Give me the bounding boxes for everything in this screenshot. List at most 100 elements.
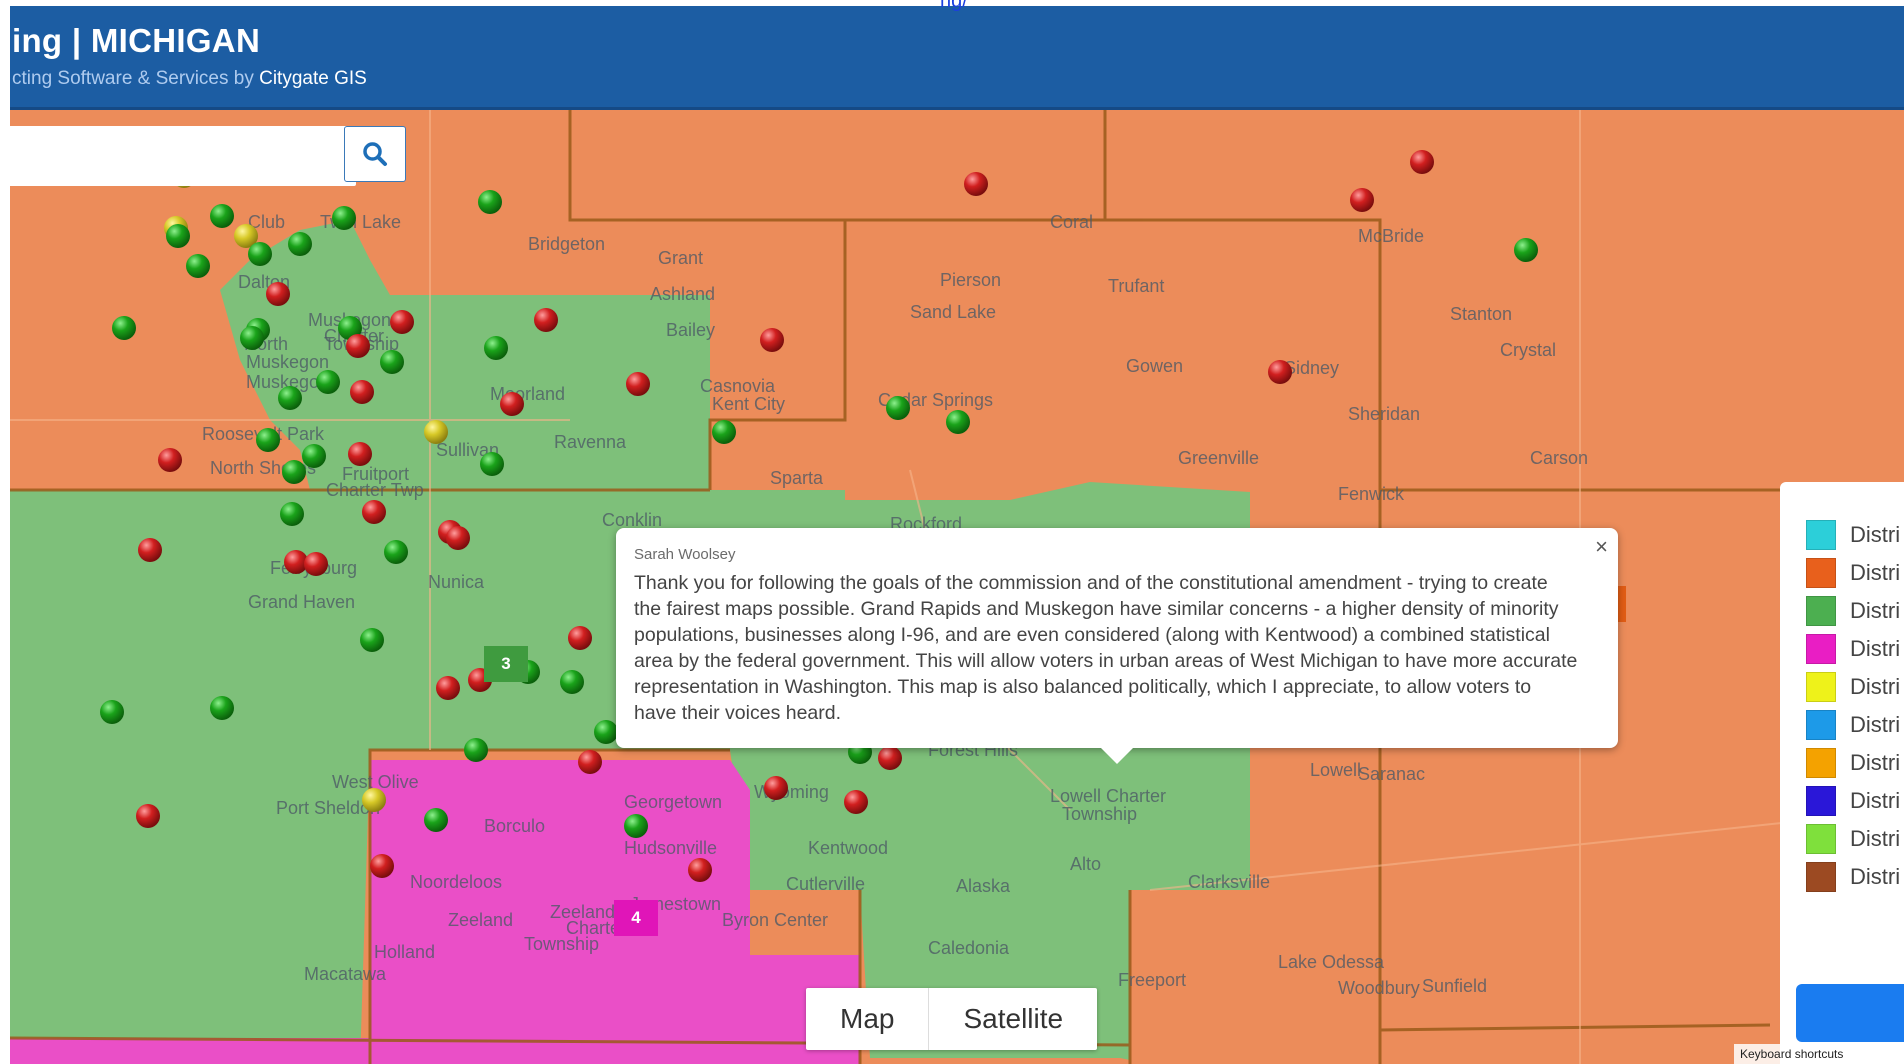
close-icon[interactable]: × xyxy=(1595,534,1608,560)
support-marker[interactable] xyxy=(316,370,340,394)
oppose-marker[interactable] xyxy=(1410,150,1434,174)
oppose-marker[interactable] xyxy=(534,308,558,332)
support-marker[interactable] xyxy=(240,326,264,350)
support-marker[interactable] xyxy=(282,460,306,484)
legend-item[interactable]: Distri xyxy=(1806,558,1900,588)
legend-swatch xyxy=(1806,862,1836,892)
oppose-marker[interactable] xyxy=(158,448,182,472)
legend-label: Distri xyxy=(1850,598,1901,623)
legend-swatch xyxy=(1806,786,1836,816)
support-marker[interactable] xyxy=(210,696,234,720)
support-marker[interactable] xyxy=(360,628,384,652)
map-canvas[interactable]: Club Twin Lake Coral McBride Bridgeton Grant D… xyxy=(10,110,1904,1064)
neutral-marker[interactable] xyxy=(362,788,386,812)
legend-item[interactable]: Distri xyxy=(1806,520,1900,550)
support-marker[interactable] xyxy=(256,428,280,452)
oppose-marker[interactable] xyxy=(878,746,902,770)
oppose-marker[interactable] xyxy=(346,334,370,358)
support-marker[interactable] xyxy=(332,206,356,230)
support-marker[interactable] xyxy=(886,396,910,420)
oppose-marker[interactable] xyxy=(362,500,386,524)
oppose-marker[interactable] xyxy=(348,442,372,466)
oppose-marker[interactable] xyxy=(764,776,788,800)
oppose-marker[interactable] xyxy=(1350,188,1374,212)
oppose-marker[interactable] xyxy=(370,854,394,878)
support-marker[interactable] xyxy=(186,254,210,278)
legend-label: Distri xyxy=(1850,522,1901,547)
support-marker[interactable] xyxy=(248,242,272,266)
map-view-button[interactable]: Map xyxy=(806,988,928,1050)
support-marker[interactable] xyxy=(166,224,190,248)
support-marker[interactable] xyxy=(560,670,584,694)
support-marker[interactable] xyxy=(594,720,618,744)
oppose-marker[interactable] xyxy=(626,372,650,396)
support-marker[interactable] xyxy=(288,232,312,256)
support-marker[interactable] xyxy=(464,738,488,762)
district-legend: Distri Distri Distri Distri Distri Distri Dist… xyxy=(1780,482,1904,1064)
search-button[interactable] xyxy=(344,126,406,182)
oppose-marker[interactable] xyxy=(500,392,524,416)
oppose-marker[interactable] xyxy=(578,750,602,774)
legend-label: Distri xyxy=(1850,712,1901,737)
support-marker[interactable] xyxy=(478,190,502,214)
support-marker[interactable] xyxy=(302,444,326,468)
oppose-marker[interactable] xyxy=(304,552,328,576)
support-marker[interactable] xyxy=(112,316,136,340)
legend-item[interactable]: Distri xyxy=(1806,634,1900,664)
legend-item[interactable]: Distri xyxy=(1806,862,1900,892)
legend-item[interactable]: Distri xyxy=(1806,748,1900,778)
comment-popup: Sarah Woolsey Thank you for following th… xyxy=(616,528,1618,764)
legend-swatch xyxy=(1806,558,1836,588)
comment-author: Sarah Woolsey xyxy=(634,546,736,563)
oppose-marker[interactable] xyxy=(436,676,460,700)
oppose-marker[interactable] xyxy=(760,328,784,352)
oppose-marker[interactable] xyxy=(1268,360,1292,384)
support-marker[interactable] xyxy=(100,700,124,724)
support-marker[interactable] xyxy=(624,814,648,838)
legend-label: Distri xyxy=(1850,788,1901,813)
legend-label: Distri xyxy=(1850,674,1901,699)
oppose-marker[interactable] xyxy=(568,626,592,650)
support-marker[interactable] xyxy=(712,420,736,444)
legend-item[interactable]: Distri xyxy=(1806,824,1900,854)
support-marker[interactable] xyxy=(484,336,508,360)
support-marker[interactable] xyxy=(1514,238,1538,262)
app-title: ing | MICHIGAN xyxy=(12,22,261,59)
legend-swatch xyxy=(1806,634,1836,664)
oppose-marker[interactable] xyxy=(844,790,868,814)
oppose-marker[interactable] xyxy=(390,310,414,334)
oppose-marker[interactable] xyxy=(446,526,470,550)
support-marker[interactable] xyxy=(384,540,408,564)
legend-action-button[interactable] xyxy=(1796,984,1904,1042)
district-3-label[interactable]: 3 xyxy=(484,646,528,682)
legend-item[interactable]: Distri xyxy=(1806,786,1900,816)
search-input[interactable] xyxy=(10,126,356,186)
satellite-view-button[interactable]: Satellite xyxy=(928,988,1097,1050)
legend-swatch xyxy=(1806,824,1836,854)
support-marker[interactable] xyxy=(210,204,234,228)
oppose-marker[interactable] xyxy=(266,282,290,306)
legend-item[interactable]: Distri xyxy=(1806,596,1900,626)
support-marker[interactable] xyxy=(278,386,302,410)
legend-swatch xyxy=(1806,596,1836,626)
support-marker[interactable] xyxy=(424,808,448,832)
district-4-label[interactable]: 4 xyxy=(614,900,658,936)
support-marker[interactable] xyxy=(480,452,504,476)
support-marker[interactable] xyxy=(280,502,304,526)
oppose-marker[interactable] xyxy=(688,858,712,882)
keyboard-shortcuts-link[interactable]: Keyboard shortcuts xyxy=(1734,1044,1850,1064)
legend-item[interactable]: Distri xyxy=(1806,672,1900,702)
support-marker[interactable] xyxy=(380,350,404,374)
url-link[interactable]: ng/ xyxy=(940,0,968,13)
app-header: ng/ ing | MICHIGAN cting Software & Serv… xyxy=(10,0,1904,110)
neutral-marker[interactable] xyxy=(424,420,448,444)
support-marker[interactable] xyxy=(946,410,970,434)
comment-text: Thank you for following the goals of the… xyxy=(634,572,1578,724)
legend-label: Distri xyxy=(1850,750,1901,775)
legend-item[interactable]: Distri xyxy=(1806,710,1900,740)
oppose-marker[interactable] xyxy=(136,804,160,828)
oppose-marker[interactable] xyxy=(138,538,162,562)
oppose-marker[interactable] xyxy=(350,380,374,404)
legend-label: Distri xyxy=(1850,636,1901,661)
oppose-marker[interactable] xyxy=(964,172,988,196)
